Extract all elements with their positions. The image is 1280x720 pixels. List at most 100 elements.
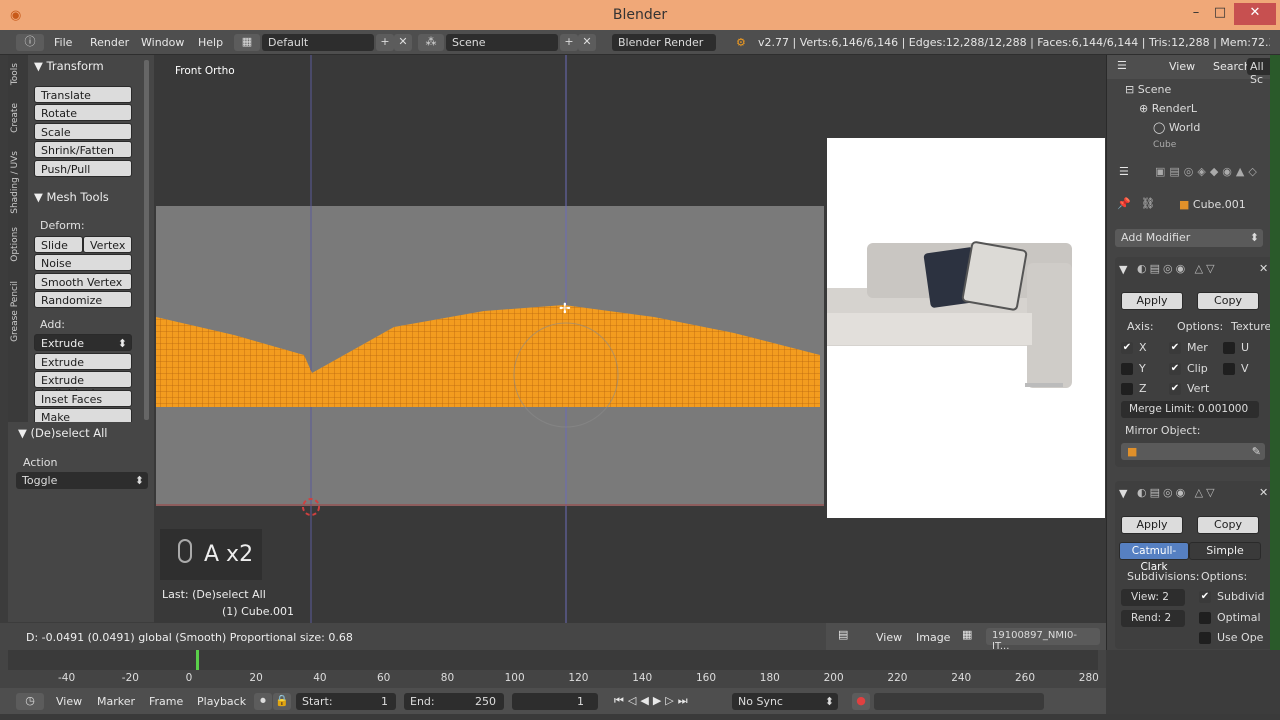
vertex-groups-checkbox[interactable]: ✔	[1169, 383, 1181, 395]
menu-help[interactable]: Help	[198, 36, 223, 49]
mirror-remove-icon[interactable]: ✕	[1259, 262, 1268, 275]
tab-grease-pencil[interactable]: Grease Pencil	[10, 281, 20, 342]
use-opensubdiv-checkbox[interactable]	[1199, 632, 1211, 644]
action-select[interactable]: Toggle ⬍	[16, 472, 148, 489]
render-engine-select[interactable]: Blender Render	[612, 34, 716, 51]
noise-button[interactable]: Noise	[34, 254, 132, 271]
subsurf-copy-button[interactable]: Copy	[1197, 516, 1259, 534]
operator-panel-header[interactable]: ▼ (De)select All	[18, 426, 108, 440]
layout-add-icon[interactable]: +	[376, 34, 394, 51]
tab-options[interactable]: Options	[10, 227, 20, 262]
end-frame-field[interactable]: End: 250	[404, 693, 504, 710]
push-pull-button[interactable]: Push/Pull	[34, 160, 132, 177]
outliner-item-renderlayers[interactable]: ⊕ RenderL	[1139, 102, 1197, 115]
merge-limit-field[interactable]: Merge Limit: 0.001000	[1121, 401, 1259, 418]
link-icon[interactable]: ⛓	[1141, 197, 1155, 210]
add-modifier-select[interactable]: Add Modifier ⬍	[1115, 229, 1263, 247]
render-levels-field[interactable]: Rend: 2	[1121, 610, 1185, 627]
scene-icon[interactable]: ⁂	[418, 34, 444, 51]
axis-z-checkbox[interactable]	[1121, 383, 1133, 395]
timeline-editor-type-icon[interactable]: ◷	[16, 693, 44, 710]
3d-viewport[interactable]: Front Ortho ✢ A x2 Last: (De)select All …	[154, 55, 826, 623]
randomize-button[interactable]: Randomize	[34, 291, 132, 308]
properties-editor-icon[interactable]: ☰	[1119, 165, 1129, 178]
frame-menu[interactable]: Frame	[149, 695, 183, 708]
outliner-item-cube[interactable]: Cube	[1153, 140, 1176, 150]
tab-create[interactable]: Create	[10, 103, 20, 133]
info-editor-type-icon[interactable]: ⓘ	[16, 34, 44, 51]
tab-shading-uvs[interactable]: Shading / UVs	[10, 151, 20, 214]
layout-remove-icon[interactable]: ✕	[394, 34, 412, 51]
texture-v-checkbox[interactable]	[1223, 363, 1235, 375]
eyedropper-icon[interactable]: ✎	[1252, 445, 1261, 458]
vertex-slide-button[interactable]: Vertex	[83, 236, 132, 253]
outliner-search-menu[interactable]: Search	[1213, 60, 1251, 73]
menu-file[interactable]: File	[54, 36, 72, 49]
context-tab-icons[interactable]: ▣▤◎◈◆◉▲◇	[1155, 165, 1261, 178]
close-button[interactable]: ✕	[1234, 3, 1276, 25]
axis-x-checkbox[interactable]: ✔	[1121, 342, 1133, 354]
playback-menu[interactable]: Playback	[197, 695, 246, 708]
tab-tools[interactable]: Tools	[10, 63, 20, 85]
subsurf-apply-button[interactable]: Apply	[1121, 516, 1183, 534]
image-editor[interactable]	[826, 55, 1106, 623]
subdivide-uvs-checkbox[interactable]: ✔	[1199, 591, 1211, 603]
extrude-individual-button[interactable]: Extrude Individual	[34, 371, 132, 400]
mirror-copy-button[interactable]: Copy	[1197, 292, 1259, 310]
shrink-fatten-button[interactable]: Shrink/Fatten	[34, 141, 132, 158]
modifier-collapse-icon[interactable]: ▼	[1119, 487, 1127, 500]
scene-add-icon[interactable]: +	[560, 34, 578, 51]
make-edge-face-button[interactable]: Make Edge/Face	[34, 408, 132, 422]
image-view-menu[interactable]: View	[876, 631, 902, 644]
catmull-clark-button[interactable]: Catmull-Clark	[1119, 542, 1189, 573]
outliner-view-menu[interactable]: View	[1169, 60, 1195, 73]
keying-set-field[interactable]	[874, 693, 1044, 710]
extrude-region-button[interactable]: Extrude Region	[34, 353, 132, 382]
subsurf-remove-icon[interactable]: ✕	[1259, 486, 1268, 499]
subsurf-visibility-icons[interactable]: ◐▤◎◉ △▽	[1137, 486, 1218, 499]
texture-u-checkbox[interactable]	[1223, 342, 1235, 354]
marker-menu[interactable]: Marker	[97, 695, 135, 708]
image-editor-type-icon[interactable]: ▤	[838, 628, 848, 641]
transform-panel-header[interactable]: ▼ Transform	[34, 59, 104, 73]
optimal-display-checkbox[interactable]	[1199, 612, 1211, 624]
mirror-visibility-icons[interactable]: ◐▤◎◉ △▽	[1137, 262, 1218, 275]
scene-field[interactable]: Scene	[446, 34, 558, 51]
scene-remove-icon[interactable]: ✕	[578, 34, 596, 51]
current-frame-field[interactable]: 1	[512, 693, 598, 710]
record-icon[interactable]: ●	[852, 693, 870, 710]
view-levels-field[interactable]: View: 2	[1121, 589, 1185, 606]
current-frame-marker[interactable]	[196, 650, 199, 670]
menu-window[interactable]: Window	[141, 36, 184, 49]
rotate-button[interactable]: Rotate	[34, 104, 132, 121]
merge-checkbox[interactable]: ✔	[1169, 342, 1181, 354]
image-menu[interactable]: Image	[916, 631, 950, 644]
timeline-view-menu[interactable]: View	[56, 695, 82, 708]
timeline-editor[interactable]: -40 -20 0 20 40 60 80 100 120 140 160 180 200 220 240 2…	[0, 650, 1106, 688]
slide-edge-button[interactable]: Slide Ed	[34, 236, 83, 265]
auto-keying-icon[interactable]: ⏺	[254, 693, 272, 710]
inset-faces-button[interactable]: Inset Faces	[34, 390, 132, 407]
mesh-tools-panel-header[interactable]: ▼ Mesh Tools	[34, 190, 109, 204]
scale-button[interactable]: Scale	[34, 123, 132, 140]
extrude-dropdown[interactable]: Extrude ⬍	[34, 334, 132, 351]
axis-y-checkbox[interactable]	[1121, 363, 1133, 375]
sync-mode-select[interactable]: No Sync ⬍	[732, 693, 838, 710]
simple-button[interactable]: Simple	[1189, 542, 1261, 560]
pin-icon[interactable]: 📌	[1117, 197, 1131, 210]
image-name-field[interactable]: 19100897_NMI0-IT...	[986, 628, 1100, 652]
image-browse-icon[interactable]: ▦	[962, 628, 972, 641]
outliner-editor-icon[interactable]: ☰	[1117, 59, 1127, 72]
maximize-button[interactable]: □	[1206, 3, 1234, 25]
layout-grid-icon[interactable]: ▦	[234, 34, 260, 51]
smooth-vertex-button[interactable]: Smooth Vertex	[34, 273, 132, 290]
mirror-apply-button[interactable]: Apply	[1121, 292, 1183, 310]
menu-render[interactable]: Render	[90, 36, 129, 49]
outliner-item-world[interactable]: ◯ World	[1153, 121, 1200, 134]
playback-controls-icons[interactable]: ⏮◁◀▶▷⏭	[614, 694, 692, 708]
modifier-collapse-icon[interactable]: ▼	[1119, 263, 1127, 276]
layout-field[interactable]: Default	[262, 34, 374, 51]
lock-icon[interactable]: 🔒	[273, 693, 291, 710]
start-frame-field[interactable]: Start: 1	[296, 693, 396, 710]
translate-button[interactable]: Translate	[34, 86, 132, 103]
